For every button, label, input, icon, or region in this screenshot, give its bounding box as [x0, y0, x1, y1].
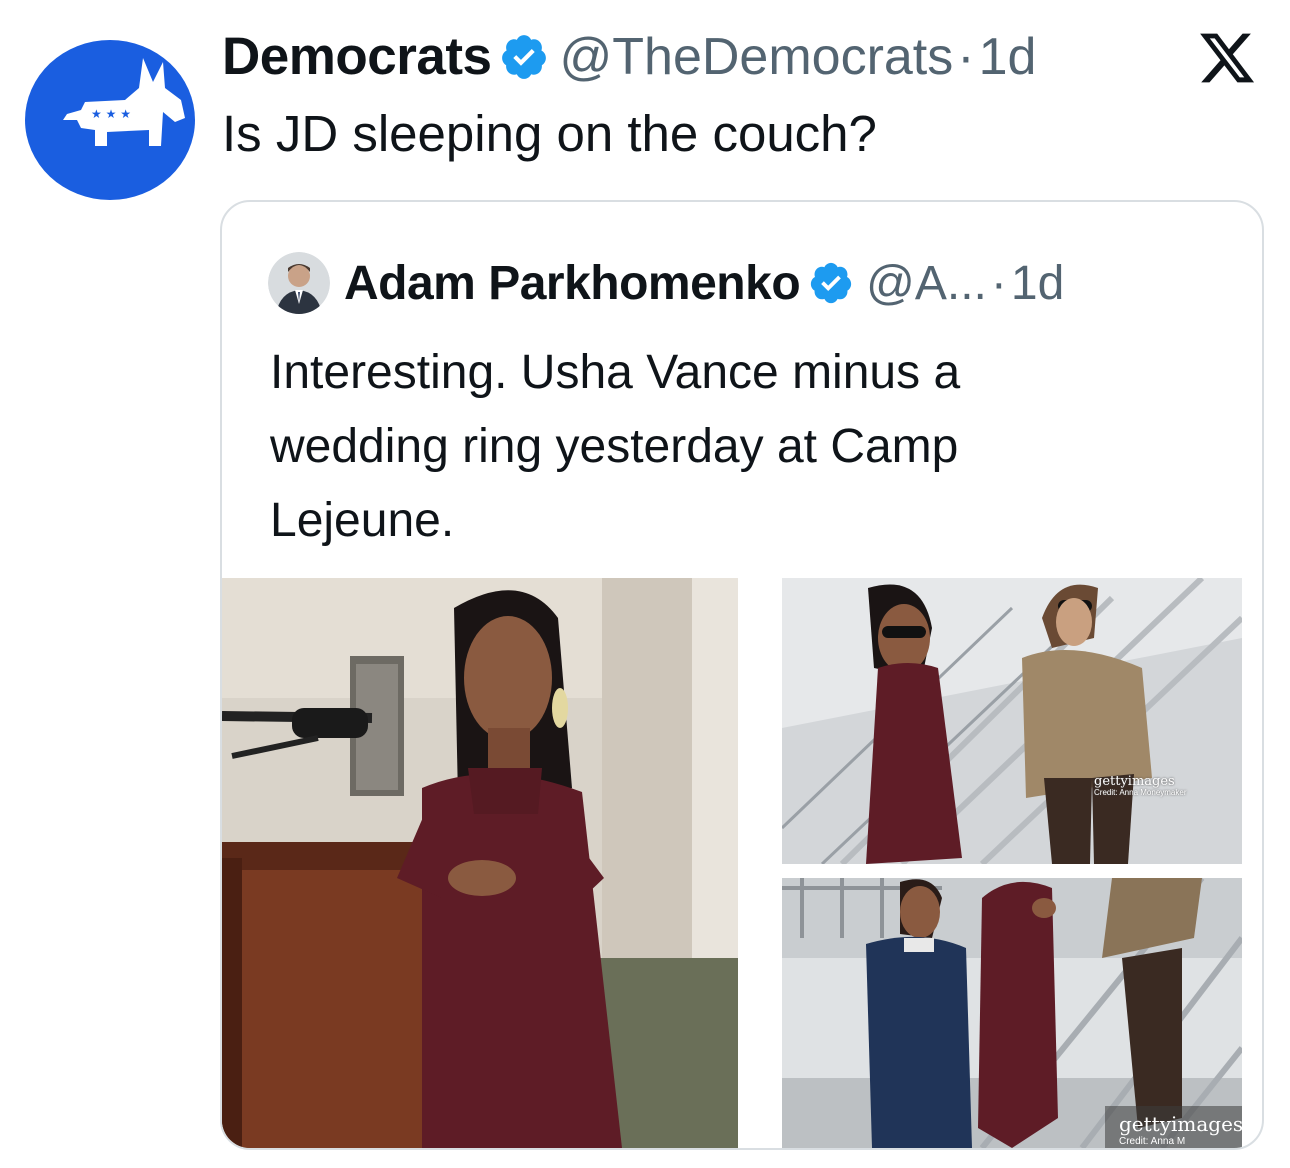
verified-badge-icon [502, 34, 547, 79]
quote-text: Interesting. Usha Vance minus a wedding … [270, 346, 961, 547]
photo-podium[interactable] [222, 578, 738, 1148]
author-name[interactable]: Democrats [222, 26, 492, 87]
tweet-time[interactable]: 1d [979, 27, 1037, 87]
x-logo-icon[interactable] [1196, 28, 1258, 88]
quote-tweet-card[interactable]: Adam Parkhomenko @A... · 1d Interesting.… [220, 200, 1264, 1150]
getty-watermark: gettyimages Credit: Anna M [1105, 1106, 1242, 1148]
quote-author-name[interactable]: Adam Parkhomenko [344, 256, 801, 311]
quote-image-grid: gettyimages Credit: Anna Moneymaker gett… [222, 578, 1262, 1148]
profile-avatar-icon[interactable] [268, 252, 330, 314]
photo-credit: Credit: Anna M [1119, 1136, 1186, 1147]
verified-badge-icon [811, 262, 852, 304]
democrats-avatar[interactable]: ★ ★ ★ [25, 40, 195, 200]
getty-watermark: gettyimages Credit: Anna Moneymaker [1094, 774, 1187, 797]
democrats-donkey-logo-icon: ★ ★ ★ [25, 40, 195, 200]
getty-watermark-text: gettyimages [1119, 1112, 1242, 1136]
quote-time[interactable]: 1d [1011, 256, 1064, 311]
getty-watermark-text: gettyimages [1094, 774, 1175, 789]
tweet-text: Is JD sleeping on the couch? [222, 105, 877, 162]
author-handle[interactable]: @TheDemocrats [559, 27, 953, 87]
svg-text:★ ★ ★: ★ ★ ★ [91, 107, 131, 121]
tweet-header: Democrats @TheDemocrats · 1d [222, 26, 1036, 87]
separator-dot: · [957, 27, 975, 86]
quote-author-handle[interactable]: @A... [866, 256, 987, 311]
quote-header: Adam Parkhomenko @A... · 1d [268, 252, 1064, 314]
photo-stairs-bottom[interactable]: gettyimages Credit: Anna M [782, 878, 1242, 1148]
photo-stairs-top[interactable]: gettyimages Credit: Anna Moneymaker [782, 578, 1242, 864]
photo-credit: Credit: Anna Moneymaker [1094, 788, 1187, 797]
separator-dot: · [990, 256, 1007, 310]
